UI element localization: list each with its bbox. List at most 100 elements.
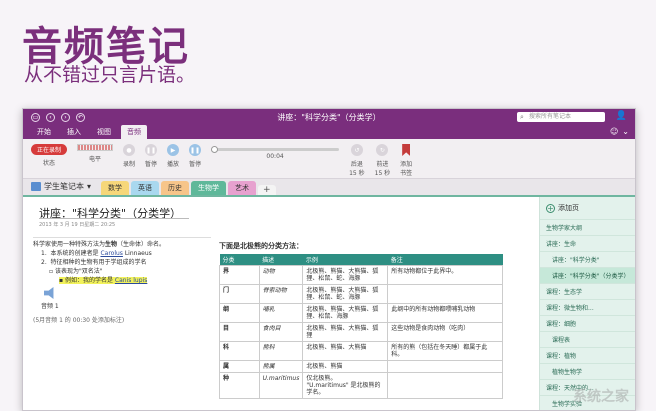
search-input[interactable]: ⌕ 搜索所有笔记本 [517,112,605,122]
table-cell[interactable]: 此纲中的所有动物都喂哺乳动物 [387,303,503,323]
table-cell[interactable]: 食肉目 [258,322,304,342]
folder-icon[interactable]: ▭ [31,112,40,122]
page-list-item[interactable]: 课程：微生物和... [540,299,635,315]
chevron-down-icon: ▾ [87,182,92,191]
level-meter [77,144,114,151]
time-readout: 00:04 [266,153,284,160]
page-list-item[interactable]: 课程表 [540,331,635,347]
table-cell[interactable]: 哺乳 [258,303,304,323]
note-outline[interactable]: 科学家使用一种特殊方法为生物（生命体）命名。 1. 本系统的创建者是 Carol… [33,237,211,285]
main-area: 讲座："科学分类"（分类学） 2013 年 3 月 19 日星期二 20:25 … [23,197,635,410]
note-page[interactable]: 讲座："科学分类"（分类学） 2013 年 3 月 19 日星期二 20:25 … [23,197,539,410]
table-cell[interactable]: 北极熊、熊猫、大熊猫、狐狸 [302,322,389,342]
page-list-item[interactable]: 课程：生态学 [540,283,635,299]
title-bar: ▭ ‹ › ↶ 讲座："科学分类"（分类学） ⌕ 搜索所有笔记本 👤 [23,109,635,125]
audio-clip[interactable]: 音频 1 [41,287,59,310]
seek-knob[interactable] [211,146,219,153]
page-list-item[interactable]: 植物生物学 [540,363,635,379]
table-row: 科熊科 北极熊、熊猫、大熊猫 所有的熊（包括在冬天睡）都属于此科。 [219,341,503,361]
search-placeholder: 搜索所有笔记本 [529,113,572,120]
chevron-down-icon[interactable]: ⌄ [622,127,629,136]
table-cell[interactable] [387,360,503,373]
table-cell[interactable]: 仅北极熊。 "U.maritimus" 是北极熊的学名。 [302,372,389,399]
page-list-item[interactable]: 生物学家大纲 [540,219,635,235]
tab-audio[interactable]: 音频 [121,125,147,139]
table-cell[interactable] [387,372,503,399]
table-header: 分类 [219,254,260,266]
table-cell[interactable]: 所有动物都位于此界中。 [387,265,503,285]
section-tab-history[interactable]: 历史 [161,181,190,195]
table-header: 描述 [259,254,303,266]
tab-insert[interactable]: 插入 [61,125,87,139]
table-cell[interactable]: 所有的熊（包括在冬天睡）都属于此科。 [387,341,503,361]
forward-button[interactable]: ↻ 前进 15 秒 [375,144,390,177]
section-tab-biology[interactable]: 生物学 [191,181,227,195]
share-user-icon[interactable]: 👤 [616,111,627,121]
pause-record-button[interactable]: ❚❚ 暂停 [145,144,157,168]
classification-table-block: 下面是北极熊的分类方法： 分类 描述 示例 备注 界动物 北极熊、熊猫、大熊猫、狐… [219,241,503,399]
add-page-label: 添加页 [558,204,579,212]
rewind-button[interactable]: ↺ 后退 15 秒 [349,144,365,177]
title-divider [39,218,189,219]
page-list-item[interactable]: 课程：细胞 [540,315,635,331]
table-cell[interactable]: U.maritimus [258,372,304,399]
recording-badge: 正在录制 [31,144,68,155]
rewind-label: 后退 15 秒 [349,161,365,177]
record-icon: ● [123,144,136,156]
forward-icon[interactable]: › [61,112,70,122]
seek-slider[interactable] [211,146,340,153]
table-cell[interactable]: 科 [219,341,260,361]
table-cell[interactable]: 种 [219,372,260,399]
stop-label: 暂停 [189,161,202,168]
table-cell[interactable]: 北极熊、熊猫、大熊猫、狐狸、松鼠、蛇、海豚 [302,284,389,304]
table-row: 目食肉目 北极熊、熊猫、大熊猫、狐狸 这些动物是食肉动物（吃肉） [219,322,503,342]
table-cell[interactable]: 北极熊、熊猫、大熊猫、狐狸、松鼠、蛇、海豚 [302,265,389,285]
back-icon[interactable]: ‹ [46,112,55,122]
add-bookmark-button[interactable]: 添加 书签 [400,144,412,177]
classification-table[interactable]: 分类 描述 示例 备注 界动物 北极熊、熊猫、大熊猫、狐狸、松鼠、蛇、海豚 所有动物… [219,254,503,399]
table-cell[interactable]: 北极熊、熊猫、大熊猫 [302,341,389,361]
section-tab-art[interactable]: 艺术 [228,181,257,195]
pause-play-button[interactable]: ❚❚ 暂停 [189,144,201,168]
table-cell[interactable]: 熊属 [258,360,304,373]
record-button[interactable]: ● 录制 [123,144,135,168]
page-list-item[interactable]: 讲座："科学分类"（分类学） [540,267,635,283]
page-list-item[interactable]: 讲座："科学分类" [540,251,635,267]
section-tab-math[interactable]: 数学 [101,181,130,195]
add-section-button[interactable]: + [258,185,276,195]
notebook-switcher[interactable]: 学生笔记本 ▾ [31,181,99,195]
table-row: 属熊属 北极熊、熊猫 [219,360,503,373]
bookmark-label: 添加 书签 [400,161,413,177]
tab-home[interactable]: 开始 [31,125,57,139]
page-list-item[interactable]: 课程：植物 [540,347,635,363]
table-cell[interactable]: 北极熊、熊猫 [302,360,389,373]
table-cell[interactable]: 北极熊、熊猫、大熊猫、狐狸、松鼠、海豚 [302,303,389,323]
play-label: 播放 [167,161,180,168]
notebook-name: 学生笔记本 [44,182,84,191]
ribbon-tabs: 开始 插入 视图 音频 ☺ ⌄ [23,125,635,139]
table-header: 备注 [387,254,503,266]
table-cell[interactable]: 熊科 [258,341,304,361]
smiley-icon[interactable]: ☺ [610,127,618,136]
table-cell[interactable]: 目 [219,322,260,342]
table-cell[interactable]: 门 [219,284,260,304]
table-cell[interactable]: 动物 [258,265,304,285]
page-date: 2013 年 3 月 19 日星期二 20:25 [39,222,116,228]
level-label: 电平 [89,156,102,163]
level-group: 电平 [77,144,114,163]
pages-list: 生物学家大纲 讲座：生命 讲座："科学分类" 讲座："科学分类"（分类学） 课程：生态学… [540,219,635,410]
search-icon: ⌕ [520,113,524,121]
tab-view[interactable]: 视图 [91,125,117,139]
table-cell[interactable] [387,284,503,304]
undo-icon[interactable]: ↶ [76,112,85,122]
page-list-item[interactable]: 讲座：生命 [540,235,635,251]
play-button[interactable]: ▶ 播放 [167,144,179,168]
table-cell[interactable]: 属 [219,360,260,373]
section-tab-english[interactable]: 英语 [131,181,160,195]
fast-forward-icon: ↻ [376,144,389,156]
table-cell[interactable]: 这些动物是食肉动物（吃肉） [387,322,503,342]
table-cell[interactable]: 脊索动物 [258,284,304,304]
add-page-button[interactable]: + 添加页 [540,203,635,219]
table-cell[interactable]: 界 [219,265,260,285]
table-cell[interactable]: 纲 [219,303,260,323]
